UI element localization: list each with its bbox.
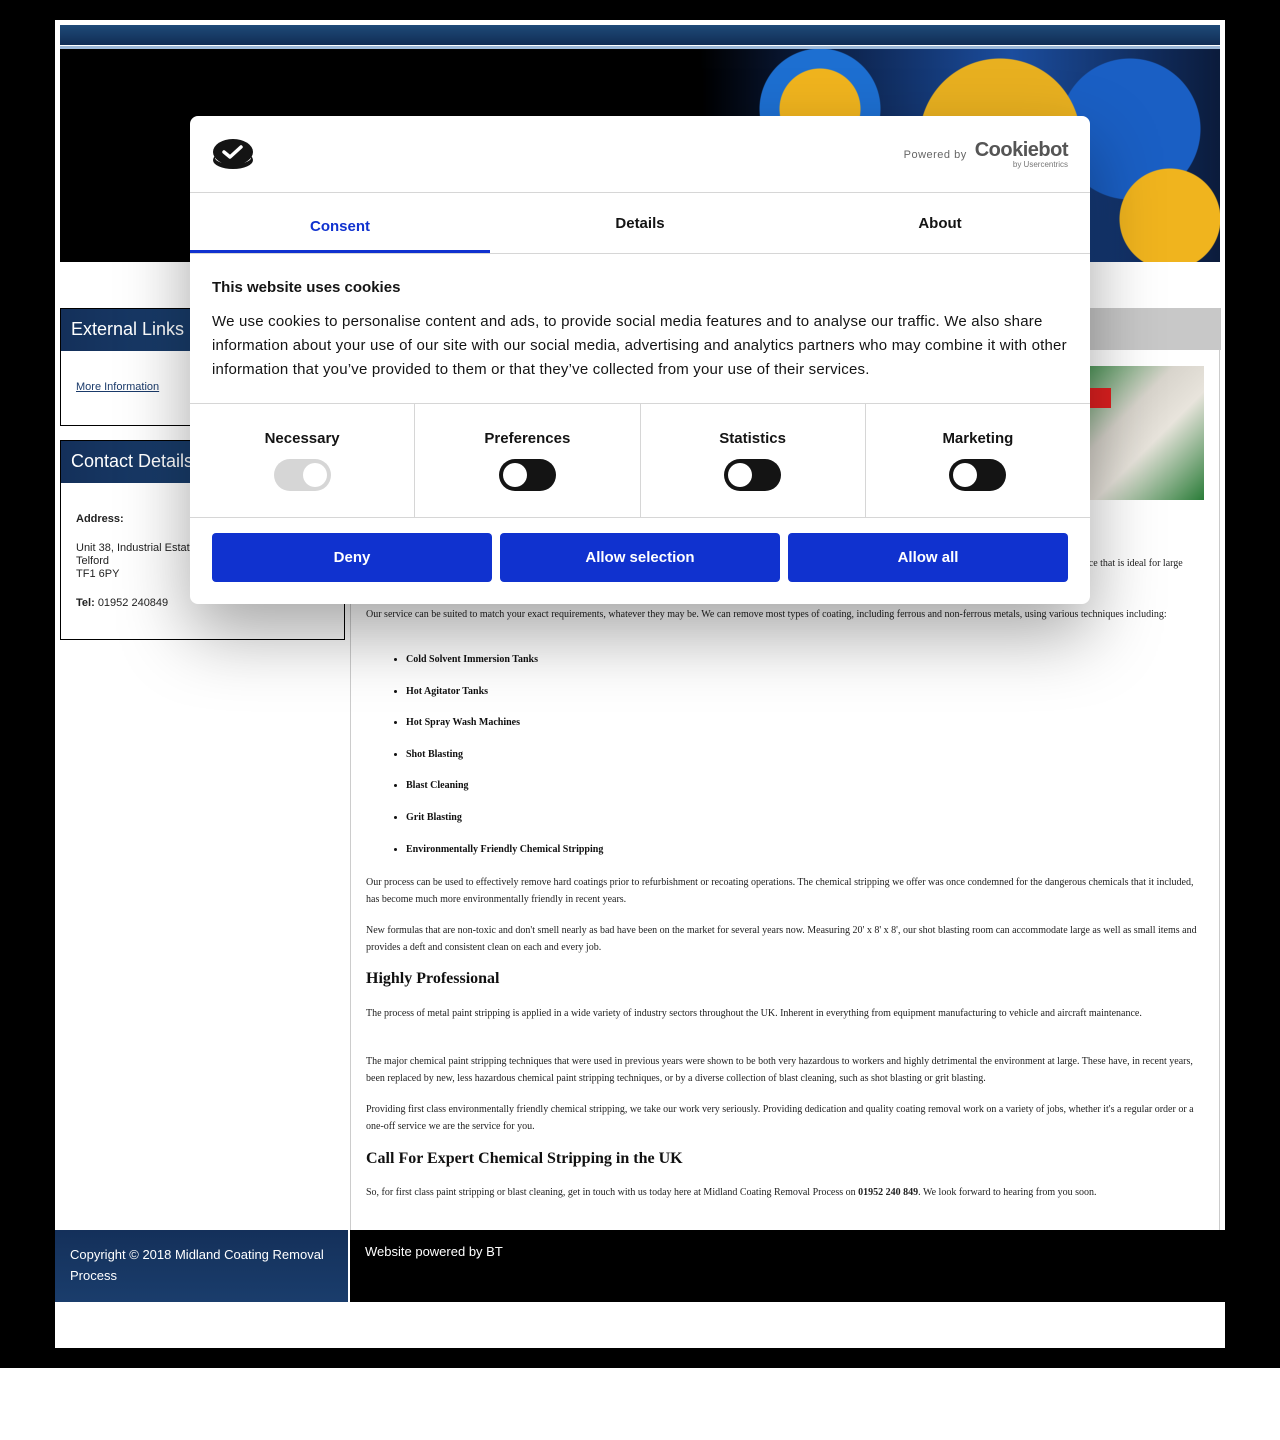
cta-text-end: . We look forward to hearing from you so… bbox=[918, 1187, 1097, 1198]
category-marketing: Marketing bbox=[866, 404, 1090, 517]
cookie-categories: Necessary Preferences Statistics Marketi… bbox=[190, 403, 1090, 518]
statistics-toggle[interactable] bbox=[724, 459, 782, 491]
paragraph-2: New formulas that are non-toxic and don'… bbox=[366, 925, 1197, 953]
heading-call-for-expert: Call For Expert Chemical Stripping in th… bbox=[366, 1150, 683, 1167]
top-navigation-bar bbox=[60, 25, 1220, 45]
paragraph-3: The process of metal paint stripping is … bbox=[366, 1008, 1142, 1019]
cookiebot-sub: by Usercentrics bbox=[1012, 160, 1068, 169]
allow-all-button[interactable]: Allow all bbox=[788, 533, 1068, 582]
address-label: Address: bbox=[76, 513, 124, 525]
preferences-toggle[interactable] bbox=[498, 459, 556, 491]
necessary-toggle bbox=[273, 459, 331, 491]
allow-selection-button[interactable]: Allow selection bbox=[500, 533, 780, 582]
cta-paragraph: So, for first class paint stripping or b… bbox=[366, 1184, 1206, 1201]
cookie-check-logo-icon bbox=[213, 139, 253, 169]
tel-label: Tel: bbox=[76, 597, 95, 609]
list-item: Hot Spray Wash Machines bbox=[406, 717, 603, 749]
cookie-consent-dialog: Powered by Cookiebot by Usercentrics Con… bbox=[190, 116, 1090, 604]
tab-consent[interactable]: Consent bbox=[190, 193, 490, 253]
dialog-header: Powered by Cookiebot by Usercentrics bbox=[190, 116, 1090, 193]
dialog-buttons: Deny Allow selection Allow all bbox=[190, 518, 1090, 597]
heading-highly-professional: Highly Professional bbox=[366, 970, 500, 987]
cta-phone: 01952 240 849 bbox=[858, 1187, 919, 1198]
marketing-toggle[interactable] bbox=[949, 459, 1007, 491]
more-information-link[interactable]: More Information bbox=[76, 381, 159, 393]
category-statistics: Statistics bbox=[641, 404, 866, 517]
paragraph-4: The major chemical paint stripping techn… bbox=[366, 1056, 1193, 1084]
list-item: Grit Blasting bbox=[406, 812, 603, 844]
powered-by-cookiebot[interactable]: Powered by Cookiebot by Usercentrics bbox=[903, 139, 1069, 169]
list-item: Cold Solvent Immersion Tanks bbox=[406, 654, 603, 686]
techniques-list: Cold Solvent Immersion Tanks Hot Agitato… bbox=[406, 654, 603, 875]
intro-paragraph: Our service can be suited to match your … bbox=[366, 609, 1167, 620]
partial-paragraph: ice that is ideal for large bbox=[1086, 558, 1183, 569]
cta-text: So, for first class paint stripping or b… bbox=[366, 1187, 859, 1198]
dialog-title: This website uses cookies bbox=[212, 279, 401, 296]
toggle-label: Preferences bbox=[484, 430, 571, 447]
dialog-body: This website uses cookies We use cookies… bbox=[190, 254, 1090, 403]
paragraph-1: Our process can be used to effectively r… bbox=[366, 877, 1194, 905]
cookiebot-logo: Cookiebot by Usercentrics bbox=[974, 139, 1069, 169]
toggle-label: Statistics bbox=[719, 430, 786, 447]
cookiebot-name: Cookiebot bbox=[974, 139, 1069, 161]
list-item: Shot Blasting bbox=[406, 749, 603, 781]
footer-powered-by: Website powered by BT bbox=[350, 1230, 1225, 1302]
list-item: Blast Cleaning bbox=[406, 780, 603, 812]
paragraph-5: Providing first class environmentally fr… bbox=[366, 1104, 1194, 1132]
tab-about[interactable]: About bbox=[790, 193, 1090, 253]
deny-button[interactable]: Deny bbox=[212, 533, 492, 582]
powered-by-label: Powered by bbox=[903, 148, 967, 161]
list-item: Environmentally Friendly Chemical Stripp… bbox=[406, 844, 603, 876]
dialog-description: We use cookies to personalise content an… bbox=[212, 313, 1067, 378]
dialog-tabs: Consent Details About bbox=[190, 193, 1090, 254]
list-item: Hot Agitator Tanks bbox=[406, 686, 603, 718]
tab-details[interactable]: Details bbox=[490, 193, 790, 253]
tel-value: 01952 240849 bbox=[97, 597, 169, 609]
toggle-label: Marketing bbox=[942, 430, 1014, 447]
footer-copyright: Copyright © 2018 Midland Coating Removal… bbox=[55, 1230, 348, 1302]
category-preferences: Preferences bbox=[415, 404, 641, 517]
category-necessary: Necessary bbox=[190, 404, 416, 517]
toggle-label: Necessary bbox=[264, 430, 340, 447]
